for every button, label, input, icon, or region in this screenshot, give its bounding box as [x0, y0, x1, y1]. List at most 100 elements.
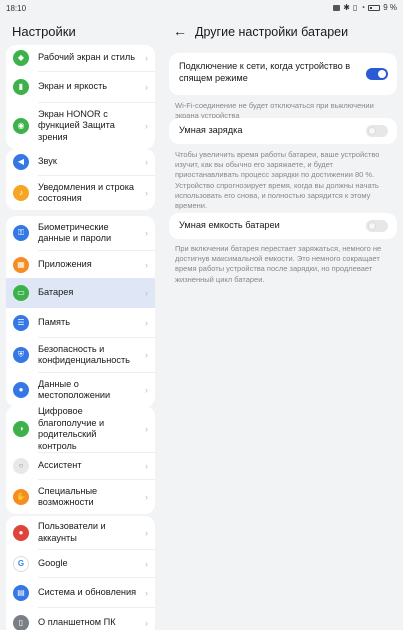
settings-group-accounts: ● Пользователи и аккаунты › G Google › ▤… — [6, 516, 155, 630]
chevron-right-icon: › — [145, 492, 148, 502]
sidebar-item-system[interactable]: ▤ Система и обновления › — [6, 578, 155, 607]
chevron-right-icon: › — [145, 259, 148, 270]
home-style-icon: ◆ — [13, 50, 29, 66]
sidebar-item-home-style[interactable]: ◆ Рабочий экран и стиль › — [6, 45, 155, 71]
battery-saver-icon — [333, 4, 341, 11]
sidebar-item-users[interactable]: ● Пользователи и аккаунты › — [6, 516, 155, 549]
sidebar-item-label: Google — [38, 557, 68, 568]
chevron-right-icon: › — [145, 288, 148, 298]
sidebar-item-label: Данные о местоположении — [38, 378, 111, 401]
chevron-right-icon: › — [145, 53, 148, 63]
sidebar-item-battery[interactable]: ▭ Батарея › — [6, 278, 155, 308]
settings-group-wellbeing: ◑ Цифровое благополучие и родительский к… — [6, 406, 155, 514]
chevron-right-icon: › — [145, 350, 148, 360]
sidebar-item-accessibility[interactable]: ✋ Специальные возможности › — [6, 480, 155, 514]
sidebar-item-notifications[interactable]: ♪ Уведомления и строка состояния › — [6, 176, 155, 210]
sidebar-item-label: Экран и яркость — [38, 81, 108, 92]
chevron-right-icon: › — [145, 617, 148, 628]
status-icons: ✱ ▯ ◔ 9 % — [333, 3, 397, 12]
status-time: 18:10 — [6, 4, 27, 13]
chevron-right-icon: › — [145, 424, 148, 434]
sidebar-item-label: Цифровое благополучие и родительский кон… — [38, 406, 105, 451]
eye-protection-icon: ◉ — [13, 118, 29, 134]
chevron-right-icon: › — [145, 558, 148, 569]
sound-icon: ◀ — [13, 154, 29, 170]
user-icon: ● — [13, 524, 29, 541]
chevron-right-icon: › — [145, 228, 148, 238]
vibrate-icon: ▯ — [352, 3, 358, 12]
sidebar-item-storage[interactable]: ☰ Память › — [6, 308, 155, 337]
sidebar-item-label: О планшетном ПК — [38, 616, 116, 627]
sidebar-item-sound[interactable]: ◀ Звук › — [6, 149, 155, 175]
sidebar-item-google[interactable]: G Google › — [6, 550, 155, 577]
chevron-right-icon: › — [145, 461, 148, 471]
sidebar-item-label: Экран HONOR с функцией Защита зрения — [38, 108, 115, 142]
sidebar-item-eye-protection[interactable]: ◉ Экран HONOR с функцией Защита зрения › — [6, 103, 155, 149]
chevron-right-icon: › — [145, 385, 148, 395]
chevron-right-icon: › — [145, 587, 148, 598]
sidebar-item-apps[interactable]: ▦ Приложения › — [6, 251, 155, 278]
setting-row-smart-capacity[interactable]: Умная емкость батареи — [169, 213, 397, 239]
setting-description: Чтобы увеличить время работы батареи, ва… — [175, 150, 380, 211]
system-update-icon: ▤ — [13, 584, 29, 601]
back-arrow-icon[interactable]: ← — [173, 24, 187, 38]
settings-sidebar: Настройки ◆ Рабочий экран и стиль › ▮ Эк… — [0, 16, 160, 630]
sidebar-item-label: Специальные возможности — [38, 485, 98, 508]
setting-description: При включении батарея перестает заряжать… — [175, 244, 382, 284]
settings-group-sound: ◀ Звук › ♪ Уведомления и строка состояни… — [6, 149, 155, 210]
sidebar-item-label: Приложения — [38, 258, 92, 269]
storage-icon: ☰ — [13, 314, 29, 331]
wifi-icon: ◔ — [360, 3, 366, 12]
sidebar-item-label: Звук — [38, 156, 57, 167]
smart-capacity-toggle[interactable] — [366, 220, 388, 232]
sidebar-item-biometrics[interactable]: ⚿ Биометрические данные и пароли › — [6, 216, 155, 250]
sidebar-item-security[interactable]: ⛨ Безопасность и конфиденциальность › — [6, 338, 155, 372]
sidebar-item-label: Биометрические данные и пароли — [38, 221, 112, 244]
notification-bell-icon: ♪ — [13, 185, 29, 201]
location-pin-icon: ● — [13, 382, 29, 398]
smart-charging-toggle[interactable] — [366, 125, 388, 137]
accessibility-hand-icon: ✋ — [13, 489, 29, 505]
google-icon: G — [13, 555, 29, 572]
apps-grid-icon: ▦ — [13, 256, 29, 273]
sidebar-item-label: Память — [38, 316, 70, 327]
settings-group-system-core: ⚿ Биометрические данные и пароли › ▦ При… — [6, 216, 155, 407]
chevron-right-icon: › — [145, 82, 148, 92]
sidebar-item-label: Ассистент — [38, 460, 82, 471]
settings-title: Настройки — [12, 24, 76, 39]
bluetooth-icon: ✱ — [343, 3, 350, 12]
chevron-right-icon: › — [145, 121, 148, 131]
battery-status-icon — [368, 4, 381, 11]
sidebar-item-label: Безопасность и конфиденциальность — [38, 343, 130, 366]
chevron-right-icon: › — [145, 317, 148, 328]
settings-group-display: ◆ Рабочий экран и стиль › ▮ Экран и ярко… — [6, 45, 155, 149]
sidebar-item-label: Уведомления и строка состояния — [38, 181, 135, 204]
key-icon: ⚿ — [13, 225, 29, 241]
battery-icon: ▭ — [13, 285, 29, 301]
setting-row-wifi-sleep[interactable]: Подключение к сети, когда устройство в с… — [169, 53, 397, 95]
chevron-right-icon: › — [145, 157, 148, 167]
sidebar-item-about-tablet[interactable]: ▯ О планшетном ПК › — [6, 608, 155, 630]
status-bar: 18:10 ✱ ▯ ◔ 9 % — [0, 0, 403, 16]
sidebar-item-wellbeing[interactable]: ◑ Цифровое благополучие и родительский к… — [6, 406, 155, 452]
sidebar-item-assistant[interactable]: ○ Ассистент › — [6, 453, 155, 479]
battery-percent: 9 % — [383, 3, 397, 12]
battery-settings-panel: ← Другие настройки батареи Подключение к… — [161, 16, 403, 630]
shield-icon: ⛨ — [13, 347, 29, 363]
wellbeing-icon: ◑ — [13, 421, 29, 437]
setting-row-smart-charging[interactable]: Умная зарядка — [169, 118, 397, 144]
display-icon: ▮ — [13, 79, 29, 95]
tablet-info-icon: ▯ — [13, 614, 29, 630]
chevron-right-icon: › — [145, 188, 148, 198]
sidebar-item-label: Пользователи и аккаунты — [38, 521, 106, 543]
sidebar-item-label: Система и обновления — [38, 586, 137, 597]
assistant-icon: ○ — [13, 458, 29, 474]
setting-label: Умная зарядка — [179, 125, 243, 135]
setting-label: Подключение к сети, когда устройство в с… — [179, 61, 351, 83]
chevron-right-icon: › — [145, 527, 148, 538]
sidebar-item-display[interactable]: ▮ Экран и яркость › — [6, 72, 155, 102]
wifi-sleep-toggle[interactable] — [366, 68, 388, 80]
page-title: Другие настройки батареи — [195, 25, 349, 39]
sidebar-item-location[interactable]: ● Данные о местоположении › — [6, 373, 155, 407]
sidebar-item-label: Рабочий экран и стиль — [38, 52, 136, 63]
